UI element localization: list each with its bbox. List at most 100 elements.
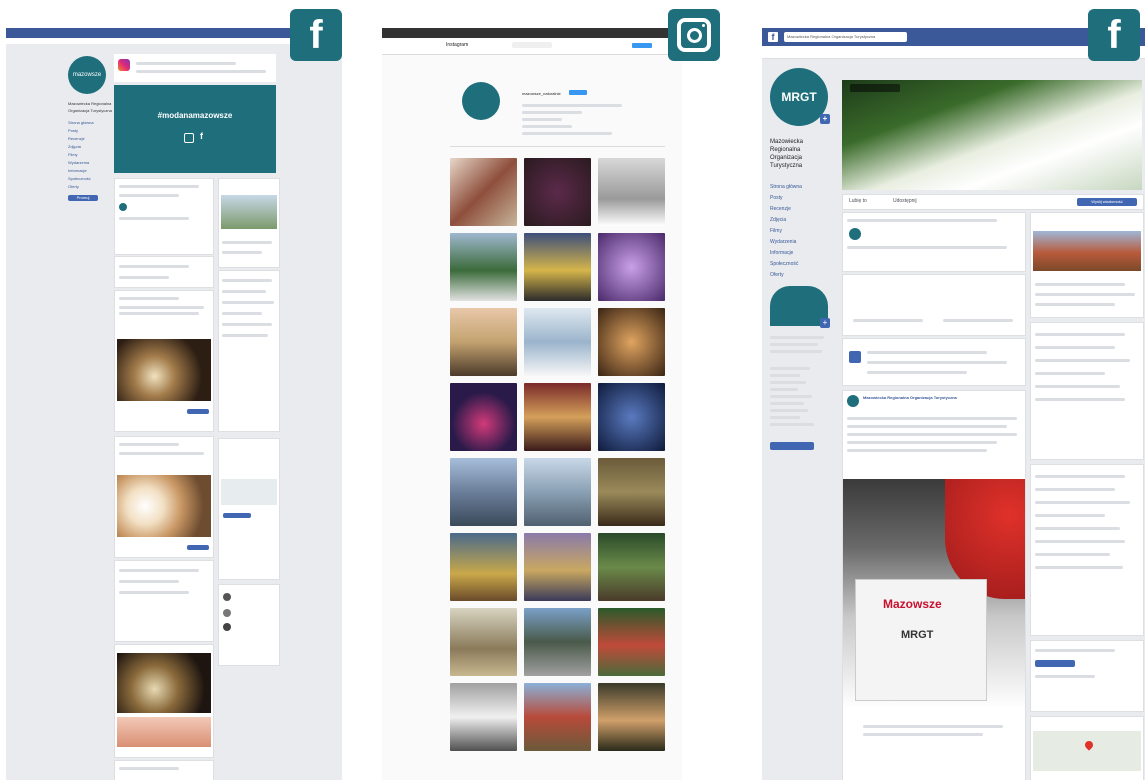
grid-photo-2[interactable] bbox=[524, 158, 591, 226]
community-button[interactable] bbox=[1035, 660, 1075, 667]
search-input[interactable]: Mazowiecka Regionalna Organizacja Turyst… bbox=[784, 32, 907, 42]
nav-home[interactable]: Strona główna bbox=[68, 120, 112, 125]
grid-photo-4[interactable] bbox=[450, 233, 517, 301]
nav-photos[interactable]: Zdjęcia bbox=[770, 217, 834, 223]
post-photo-pastries bbox=[117, 717, 211, 747]
page-avatar[interactable]: mazowsze bbox=[68, 56, 106, 94]
map-button[interactable] bbox=[223, 513, 251, 518]
grid-photo-5[interactable] bbox=[524, 233, 591, 301]
info-card bbox=[114, 256, 214, 288]
facebook-icon: f bbox=[290, 9, 342, 61]
grid-photo-21[interactable] bbox=[598, 608, 665, 676]
feed-post-2 bbox=[114, 436, 214, 558]
nav-community[interactable]: Społeczność bbox=[770, 261, 834, 267]
nav-posts[interactable]: Posty bbox=[770, 195, 834, 201]
grid-photo-3[interactable] bbox=[598, 158, 665, 226]
facebook-badge-letter: f bbox=[309, 12, 323, 57]
left-page-sidebar: mazowsze Mazowiecka Regionalna Organizac… bbox=[68, 56, 112, 201]
grid-photo-14[interactable] bbox=[524, 458, 591, 526]
related-pages bbox=[1030, 322, 1144, 460]
post-author-avatar bbox=[847, 395, 859, 407]
post-author[interactable]: Mazowiecka Regionalna Organizacja Turyst… bbox=[863, 395, 957, 400]
nav-posts[interactable]: Posty bbox=[68, 128, 112, 133]
logo-text: MRGT bbox=[781, 90, 817, 104]
page-avatar[interactable]: MRGT + bbox=[770, 68, 830, 126]
share-button[interactable]: Udostępnij bbox=[893, 198, 917, 204]
instagram-profile-screenshot: Instagram mazowsze_naturalnie bbox=[382, 28, 682, 780]
post-composer bbox=[842, 212, 1026, 272]
facebook-page-screenshot-left: mazowsze Mazowiecka Regionalna Organizac… bbox=[6, 28, 342, 780]
right-page-sidebar: MRGT + Mazowiecka Regionalna Organizacja… bbox=[770, 68, 834, 450]
footer-card bbox=[114, 760, 214, 780]
login-button[interactable] bbox=[632, 43, 652, 48]
grid-photo-7[interactable] bbox=[450, 308, 517, 376]
nav-videos[interactable]: Filmy bbox=[68, 152, 112, 157]
post-button[interactable] bbox=[187, 409, 209, 414]
nav-offers[interactable]: Oferty bbox=[68, 184, 112, 189]
grid-photo-16[interactable] bbox=[450, 533, 517, 601]
recent-activity bbox=[1030, 464, 1144, 636]
logo-text: mazowsze bbox=[72, 72, 102, 78]
instagram-icon bbox=[184, 133, 194, 143]
grid-photo-23[interactable] bbox=[524, 683, 591, 751]
nav-videos[interactable]: Filmy bbox=[770, 228, 834, 234]
page-action-bar: Lubię to Udostępnij Wyślij wiadomość bbox=[842, 194, 1144, 210]
right-info-card bbox=[1030, 212, 1144, 318]
grid-photo-8[interactable] bbox=[524, 308, 591, 376]
search-input[interactable] bbox=[512, 42, 552, 48]
nav-community[interactable]: Społeczność bbox=[68, 176, 112, 181]
grid-photo-20[interactable] bbox=[524, 608, 591, 676]
grid-photo-13[interactable] bbox=[450, 458, 517, 526]
add-photo-icon[interactable]: + bbox=[820, 318, 830, 328]
post-composer bbox=[114, 178, 214, 255]
people-card bbox=[218, 584, 280, 666]
feed-post: Mazowiecka Regionalna Organizacja Turyst… bbox=[842, 390, 1026, 780]
create-tiles bbox=[842, 274, 1026, 336]
grid-photo-24[interactable] bbox=[598, 683, 665, 751]
facebook-icon[interactable]: f bbox=[768, 32, 778, 42]
add-photo-icon[interactable]: + bbox=[820, 114, 830, 124]
page-name: Mazowiecka Regionalna Organizacja Turyst… bbox=[770, 139, 804, 169]
nav-offers[interactable]: Oferty bbox=[770, 272, 834, 278]
grid-photo-11[interactable] bbox=[524, 383, 591, 451]
post-photo-fair-stand: Mazowsze MRGT bbox=[843, 479, 1025, 709]
instagram-title: Instagram bbox=[446, 42, 469, 48]
facebook-badge-letter: f bbox=[1107, 12, 1121, 57]
like-button[interactable]: Lubię to bbox=[849, 198, 867, 204]
grid-photo-18[interactable] bbox=[598, 533, 665, 601]
post-button[interactable] bbox=[187, 545, 209, 550]
feed-post-1 bbox=[114, 290, 214, 432]
nav-reviews[interactable]: Recenzje bbox=[770, 206, 834, 212]
grid-photo-15[interactable] bbox=[598, 458, 665, 526]
nav-about[interactable]: Informacje bbox=[770, 250, 834, 256]
related-pages bbox=[218, 270, 280, 432]
page-header-strip bbox=[114, 54, 276, 82]
building-photo bbox=[221, 195, 277, 229]
map-thumbnail[interactable] bbox=[221, 479, 277, 505]
grid-photo-6[interactable] bbox=[598, 233, 665, 301]
grid-photo-12[interactable] bbox=[598, 383, 665, 451]
nav-events[interactable]: Wydarzenia bbox=[770, 239, 834, 245]
profile-avatar[interactable] bbox=[462, 82, 500, 120]
nav-photos[interactable]: Zdjęcia bbox=[68, 144, 112, 149]
grid-photo-22[interactable] bbox=[450, 683, 517, 751]
cover-banner: #modanamazowsze f bbox=[114, 85, 276, 173]
grid-photo-19[interactable] bbox=[450, 608, 517, 676]
follow-button[interactable] bbox=[569, 90, 588, 95]
nav-home[interactable]: Strona główna bbox=[770, 184, 834, 190]
nav-about[interactable]: Informacje bbox=[68, 168, 112, 173]
sidebar-button[interactable] bbox=[770, 442, 814, 450]
promote-button[interactable]: Promuj bbox=[68, 195, 98, 201]
map-thumbnail[interactable] bbox=[1033, 731, 1141, 771]
grid-photo-17[interactable] bbox=[524, 533, 591, 601]
nav-events[interactable]: Wydarzenia bbox=[68, 160, 112, 165]
stand-logo: MRGT bbox=[901, 629, 934, 641]
nav-reviews[interactable]: Recenzje bbox=[68, 136, 112, 141]
grid-photo-1[interactable] bbox=[450, 158, 517, 226]
browser-bar bbox=[382, 28, 682, 38]
grid-photo-10[interactable] bbox=[450, 383, 517, 451]
info-card bbox=[842, 338, 1026, 386]
grid-photo-9[interactable] bbox=[598, 308, 665, 376]
send-message-button[interactable]: Wyślij wiadomość bbox=[1077, 198, 1137, 206]
cover-edit-button[interactable] bbox=[850, 84, 900, 92]
